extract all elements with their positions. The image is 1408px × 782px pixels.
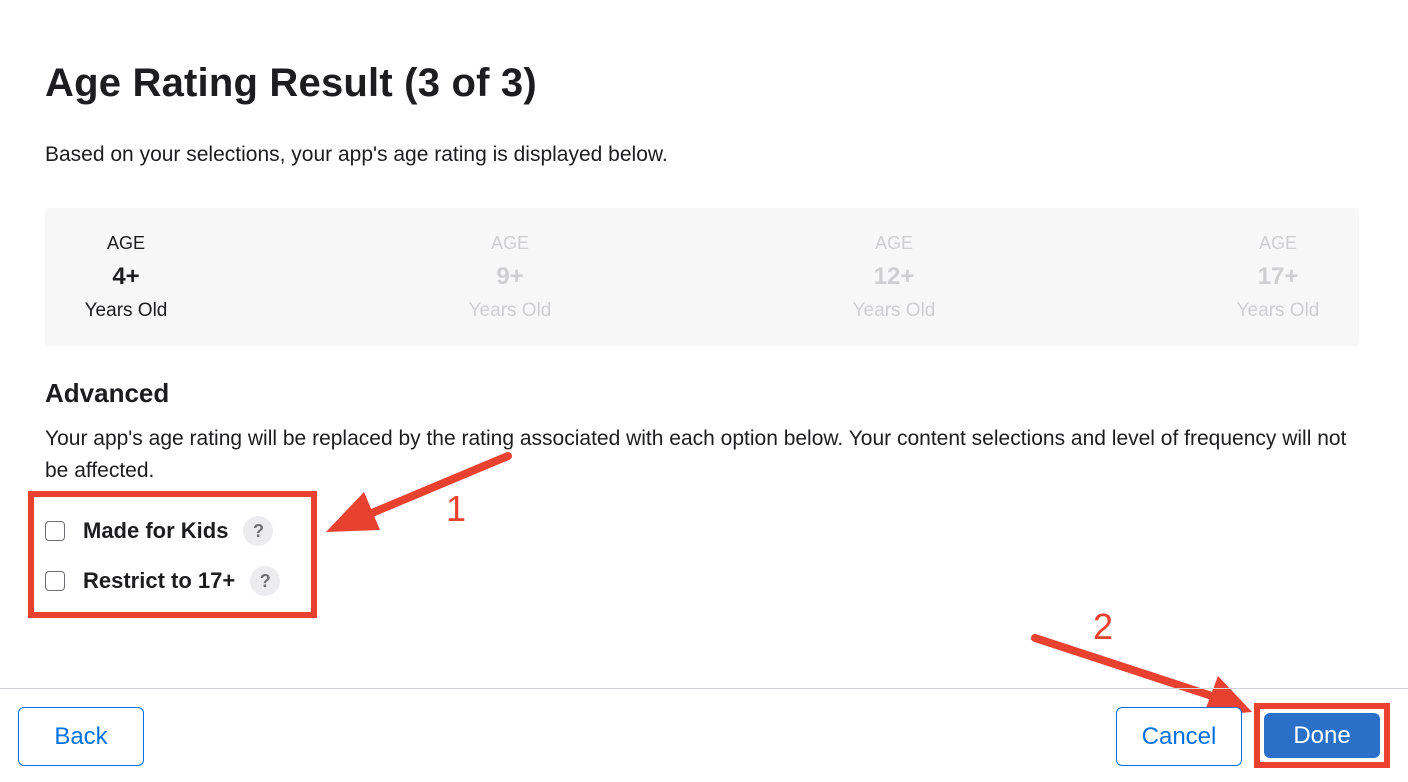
- advanced-description: Your app's age rating will be replaced b…: [45, 427, 1347, 482]
- rating-4plus: AGE 4+ Years Old: [46, 228, 206, 326]
- advanced-heading: Advanced: [45, 378, 170, 408]
- rating-unit: Years Old: [852, 300, 936, 321]
- annotation-box-options: [28, 491, 317, 618]
- help-icon[interactable]: ?: [243, 516, 274, 546]
- rating-value: 9+: [496, 263, 524, 290]
- rating-9plus: AGE 9+ Years Old: [430, 228, 590, 326]
- rating-17plus: AGE 17+ Years Old: [1198, 228, 1358, 326]
- rating-age-label: AGE: [874, 233, 913, 253]
- option-restrict-17[interactable]: Restrict to 17+ ?: [45, 566, 281, 596]
- age-rating-panel: AGE 4+ Years Old AGE 9+ Years Old AGE 12…: [45, 208, 1359, 346]
- rating-age-label: AGE: [106, 233, 145, 253]
- annotation-step-1: 1: [446, 488, 467, 529]
- page-title: Age Rating Result (3 of 3): [45, 61, 537, 105]
- annotation-arrows: [326, 452, 1252, 716]
- restrict-17-checkbox[interactable]: [45, 571, 65, 591]
- rating-12plus: AGE 12+ Years Old: [814, 228, 974, 326]
- help-icon[interactable]: ?: [250, 566, 281, 596]
- rating-value: 17+: [1257, 263, 1299, 290]
- annotation-step-2: 2: [1093, 606, 1114, 647]
- rating-value: 12+: [873, 263, 915, 290]
- option-made-for-kids[interactable]: Made for Kids ?: [45, 516, 274, 546]
- made-for-kids-checkbox[interactable]: [45, 521, 65, 541]
- rating-unit: Years Old: [1236, 300, 1320, 321]
- done-button[interactable]: Done: [1264, 713, 1380, 758]
- rating-age-label: AGE: [490, 233, 529, 253]
- cancel-button[interactable]: Cancel: [1116, 707, 1242, 766]
- rating-unit: Years Old: [84, 300, 168, 321]
- annotation-arrow-2: [1031, 634, 1252, 716]
- back-button[interactable]: Back: [18, 707, 144, 766]
- restrict-17-label[interactable]: Restrict to 17+: [83, 568, 235, 594]
- rating-value: 4+: [112, 263, 140, 290]
- footer-divider: [0, 688, 1408, 689]
- page-subtitle: Based on your selections, your app's age…: [45, 143, 668, 166]
- made-for-kids-label[interactable]: Made for Kids: [83, 518, 228, 544]
- rating-unit: Years Old: [468, 300, 552, 321]
- rating-age-label: AGE: [1258, 233, 1297, 253]
